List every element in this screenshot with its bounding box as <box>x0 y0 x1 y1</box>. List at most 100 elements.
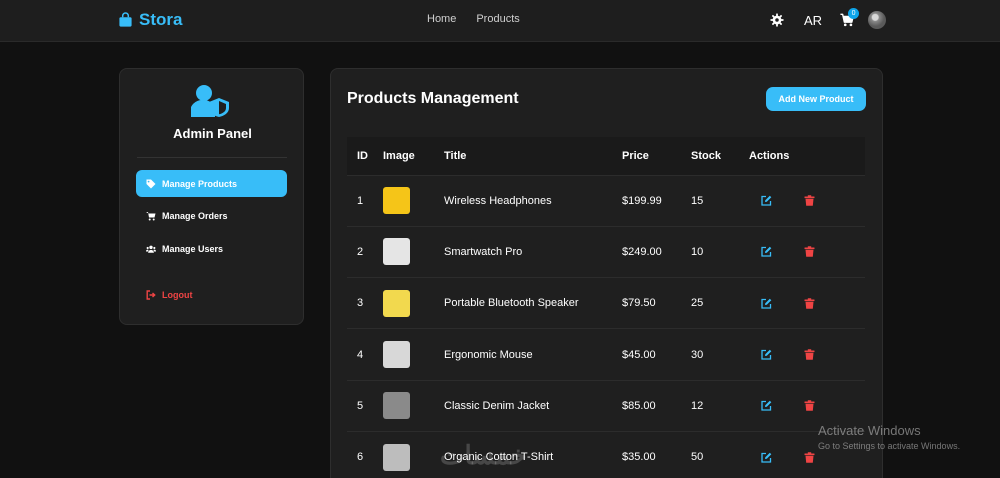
trash-icon <box>804 195 815 206</box>
brand-name: Stora <box>139 10 183 29</box>
table-row: 5 Classic Denim Jacket $85.00 12 <box>347 380 865 431</box>
cell-title: Ergonomic Mouse <box>444 348 533 361</box>
cell-title: Portable Bluetooth Speaker <box>444 297 579 310</box>
sidebar-item-logout[interactable]: Logout <box>136 281 287 308</box>
product-thumbnail <box>383 289 410 317</box>
cell-actions <box>749 278 865 329</box>
brand-logo[interactable]: Stora <box>118 10 182 30</box>
edit-icon <box>761 452 772 463</box>
column-header-id: ID <box>357 149 368 162</box>
language-toggle[interactable]: AR <box>804 13 822 28</box>
delete-button[interactable] <box>804 246 815 258</box>
cell-price: $199.99 <box>622 194 662 207</box>
cell-id: 4 <box>357 348 364 361</box>
admin-panel-title: Admin Panel <box>173 126 252 141</box>
cell-title: Wireless Headphones <box>444 194 552 207</box>
delete-button[interactable] <box>804 452 815 463</box>
cell-id: 6 <box>357 451 364 464</box>
cell-title: Smartwatch Pro <box>444 245 523 258</box>
sidebar-item-manage-orders[interactable]: Manage Orders <box>136 202 287 229</box>
watermark-line-2: Go to Settings to activate Windows. <box>818 441 961 451</box>
sidebar-item-manage-users[interactable]: Manage Users <box>136 235 287 262</box>
table-row: 1 Wireless Headphones $199.99 15 <box>347 175 865 226</box>
column-header-price: Price <box>622 149 649 162</box>
sidebar-item-label: Manage Users <box>162 243 224 254</box>
cell-id: 2 <box>357 245 364 258</box>
cell-image <box>383 431 444 478</box>
nav-links: Home Products <box>427 13 520 25</box>
products-panel: Products Management Add New Product ID I… <box>330 68 883 478</box>
edit-icon <box>761 349 772 360</box>
cell-actions <box>749 329 865 380</box>
cell-image <box>383 226 444 277</box>
product-thumbnail <box>383 238 410 266</box>
cell-price: $35.00 <box>622 451 656 464</box>
trash-icon <box>804 400 815 412</box>
edit-button[interactable] <box>761 400 772 411</box>
cell-image <box>383 380 444 431</box>
add-new-product-button[interactable]: Add New Product <box>766 87 866 111</box>
cart-icon <box>146 211 156 220</box>
sidebar: Admin Panel Manage Products Manage Order… <box>119 68 304 325</box>
sidebar-item-label: Manage Orders <box>162 210 228 221</box>
cell-title: Classic Denim Jacket <box>444 399 550 412</box>
edit-button[interactable] <box>761 452 772 463</box>
edit-button[interactable] <box>761 349 772 360</box>
cell-actions <box>749 175 865 226</box>
cell-id: 5 <box>357 399 364 412</box>
nav-actions: AR 0 <box>770 8 887 30</box>
delete-button[interactable] <box>804 349 815 360</box>
cell-price: $85.00 <box>622 399 656 412</box>
cell-stock: 12 <box>691 399 704 412</box>
sidebar-item-label: Manage Products <box>162 178 238 189</box>
edit-button[interactable] <box>761 195 772 206</box>
cell-price: $249.00 <box>622 245 662 258</box>
logout-icon <box>146 289 156 300</box>
sidebar-item-manage-products[interactable]: Manage Products <box>136 170 287 197</box>
user-shield-icon <box>191 85 229 117</box>
shopping-bag-icon <box>119 12 132 27</box>
tag-icon <box>146 179 156 188</box>
cell-id: 3 <box>357 297 364 310</box>
navbar: Stora Home Products AR 0 <box>0 0 1000 42</box>
table-row: 4 Ergonomic Mouse $45.00 30 <box>347 328 865 380</box>
table-row: 3 Portable Bluetooth Speaker $79.50 25 <box>347 277 865 329</box>
column-header-stock: Stock <box>691 149 721 162</box>
cell-image <box>383 329 444 380</box>
product-thumbnail <box>383 341 410 369</box>
product-thumbnail <box>383 187 410 215</box>
cell-stock: 15 <box>691 194 704 207</box>
edit-icon <box>761 298 772 309</box>
cell-id: 1 <box>357 194 364 207</box>
edit-button[interactable] <box>761 246 772 258</box>
delete-button[interactable] <box>804 400 815 412</box>
gear-icon[interactable] <box>770 13 784 27</box>
edit-button[interactable] <box>761 298 772 309</box>
trash-icon <box>804 452 815 463</box>
watermark-line-1: Activate Windows <box>818 423 921 438</box>
cell-price: $79.50 <box>622 297 656 310</box>
column-header-actions: Actions <box>749 149 790 162</box>
avatar[interactable] <box>868 11 887 29</box>
sidebar-divider <box>137 157 287 158</box>
column-header-title: Title <box>444 149 467 162</box>
cell-stock: 10 <box>691 245 704 258</box>
table-row: 2 Smartwatch Pro $249.00 10 <box>347 226 865 277</box>
cell-image <box>383 175 444 226</box>
column-header-image: Image <box>383 149 415 162</box>
windows-activation-watermark: Activate Windows Go to Settings to activ… <box>818 423 960 451</box>
cart-count-badge: 0 <box>848 8 860 19</box>
cell-actions <box>749 226 865 277</box>
sidebar-item-label: Logout <box>162 289 193 300</box>
delete-button[interactable] <box>804 195 815 206</box>
edit-icon <box>761 247 772 258</box>
table-row: 6 Organic Cotton T-Shirt $35.00 50 <box>347 431 865 478</box>
trash-icon <box>804 246 815 258</box>
table-header-row: ID Image Title Price Stock Actions <box>347 137 865 175</box>
nav-link-home[interactable]: Home <box>427 13 456 25</box>
trash-icon <box>804 298 815 309</box>
delete-button[interactable] <box>804 298 815 309</box>
cart-button[interactable]: 0 <box>840 8 860 27</box>
edit-icon <box>761 401 772 411</box>
nav-link-products[interactable]: Products <box>476 13 519 25</box>
